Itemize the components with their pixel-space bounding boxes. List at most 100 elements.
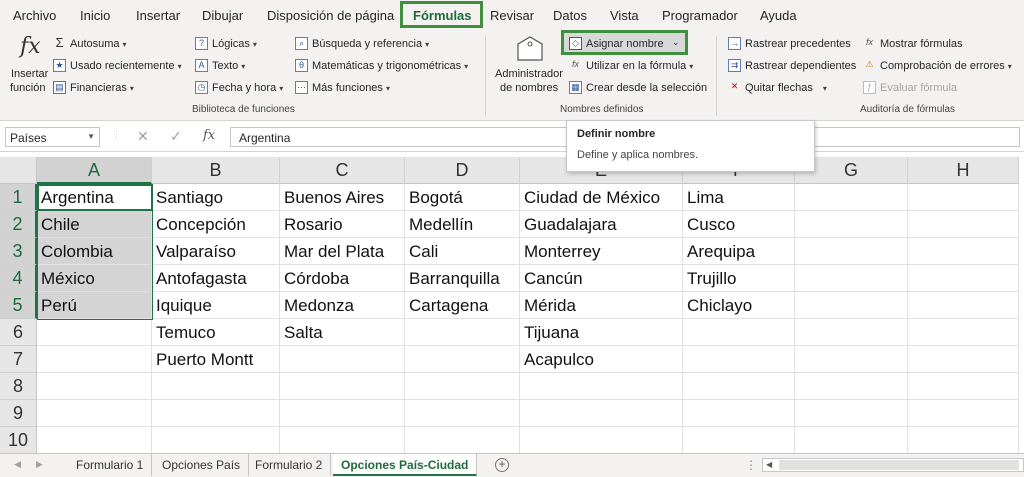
cell-b2[interactable]: Concepción [152, 211, 280, 238]
row-header-9[interactable]: 9 [0, 400, 37, 427]
cell-e5[interactable]: Mérida [520, 292, 683, 319]
active-cell-value[interactable]: Argentina [37, 184, 153, 211]
cell-b10[interactable] [152, 427, 280, 454]
row-header-7[interactable]: 7 [0, 346, 37, 373]
trace-precedents-button[interactable]: Rastrear precedentes [745, 38, 851, 50]
cancel-icon[interactable]: ✕ [137, 128, 149, 145]
prev-sheet-icon[interactable]: ◀ [14, 459, 21, 470]
name-box[interactable]: Países ▼ [5, 127, 100, 147]
cell-g6[interactable] [795, 319, 908, 346]
evaluate-formula-button[interactable]: Evaluar fórmula [880, 82, 957, 94]
cell-g5[interactable] [795, 292, 908, 319]
cell-c8[interactable] [280, 373, 405, 400]
cell-c10[interactable] [280, 427, 405, 454]
cell-d7[interactable] [405, 346, 520, 373]
tab-dibujar[interactable]: Dibujar [202, 8, 243, 23]
tab-disposicion[interactable]: Disposición de página [267, 8, 394, 23]
autosum-button[interactable]: Autosuma ▾ [70, 38, 127, 50]
cell-f1[interactable]: Lima [683, 184, 795, 211]
create-from-selection-button[interactable]: Crear desde la selección [586, 82, 707, 94]
row-header-5[interactable]: 5 [0, 292, 37, 319]
remove-arrows-button[interactable]: Quitar flechas ▾ [745, 82, 827, 94]
cell-c3[interactable]: Mar del Plata [280, 238, 405, 265]
cell-h1[interactable] [908, 184, 1019, 211]
cell-a5[interactable]: Perú [37, 292, 152, 319]
cell-d5[interactable]: Cartagena [405, 292, 520, 319]
cell-e1[interactable]: Ciudad de México [520, 184, 683, 211]
enter-icon[interactable]: ✓ [170, 128, 182, 145]
cell-g3[interactable] [795, 238, 908, 265]
tab-datos[interactable]: Datos [553, 8, 587, 23]
cell-f8[interactable] [683, 373, 795, 400]
tab-archivo[interactable]: Archivo [13, 8, 56, 23]
cell-c6[interactable]: Salta [280, 319, 405, 346]
math-button[interactable]: Matemáticas y trigonométricas ▾ [312, 60, 468, 72]
row-header-2[interactable]: 2 [0, 211, 37, 238]
cell-g1[interactable] [795, 184, 908, 211]
column-header-d[interactable]: D [405, 157, 520, 184]
tab-vista[interactable]: Vista [610, 8, 639, 23]
cell-g4[interactable] [795, 265, 908, 292]
cell-e2[interactable]: Guadalajara [520, 211, 683, 238]
cell-e9[interactable] [520, 400, 683, 427]
cell-h8[interactable] [908, 373, 1019, 400]
cell-c1[interactable]: Buenos Aires [280, 184, 405, 211]
row-header-6[interactable]: 6 [0, 319, 37, 346]
cell-e10[interactable] [520, 427, 683, 454]
cell-e8[interactable] [520, 373, 683, 400]
row-header-4[interactable]: 4 [0, 265, 37, 292]
cell-h7[interactable] [908, 346, 1019, 373]
recent-button[interactable]: Usado recientemente ▾ [70, 60, 182, 72]
cell-d4[interactable]: Barranquilla [405, 265, 520, 292]
cell-c7[interactable] [280, 346, 405, 373]
row-header-3[interactable]: 3 [0, 238, 37, 265]
cell-g8[interactable] [795, 373, 908, 400]
cell-d8[interactable] [405, 373, 520, 400]
row-header-10[interactable]: 10 [0, 427, 37, 454]
scroll-left-icon[interactable]: ◀ [766, 460, 772, 469]
cell-f3[interactable]: Arequipa [683, 238, 795, 265]
cell-f10[interactable] [683, 427, 795, 454]
error-checking-button[interactable]: Comprobación de errores ▾ [880, 60, 1012, 72]
cell-a8[interactable] [37, 373, 152, 400]
tab-programador[interactable]: Programador [662, 8, 738, 23]
cell-d6[interactable] [405, 319, 520, 346]
cell-a3[interactable]: Colombia [37, 238, 152, 265]
cell-h2[interactable] [908, 211, 1019, 238]
cell-d1[interactable]: Bogotá [405, 184, 520, 211]
cell-b5[interactable]: Iquique [152, 292, 280, 319]
column-header-a[interactable]: A [37, 157, 152, 184]
show-formulas-button[interactable]: Mostrar fórmulas [880, 38, 963, 50]
cell-c2[interactable]: Rosario [280, 211, 405, 238]
cell-b6[interactable]: Temuco [152, 319, 280, 346]
cell-e3[interactable]: Monterrey [520, 238, 683, 265]
cell-e4[interactable]: Cancún [520, 265, 683, 292]
next-sheet-icon[interactable]: ▶ [36, 459, 43, 470]
scroll-thumb[interactable] [779, 460, 1019, 470]
financial-button[interactable]: Financieras ▾ [70, 82, 134, 94]
sheet-tab[interactable]: Opciones País [154, 454, 250, 476]
use-in-formula-button[interactable]: Utilizar en la fórmula ▾ [586, 60, 693, 72]
text-button[interactable]: Texto ▾ [212, 60, 245, 72]
sheet-tab[interactable]: Formulario 1 [68, 454, 153, 476]
tab-ayuda[interactable]: Ayuda [760, 8, 797, 23]
cell-a4[interactable]: México [37, 265, 152, 292]
datetime-button[interactable]: Fecha y hora ▾ [212, 82, 283, 94]
cell-f2[interactable]: Cusco [683, 211, 795, 238]
tab-insertar[interactable]: Insertar [136, 8, 180, 23]
horizontal-scrollbar[interactable]: ◀ [762, 458, 1024, 472]
column-header-b[interactable]: B [152, 157, 280, 184]
select-all-corner[interactable] [0, 157, 37, 184]
cell-c9[interactable] [280, 400, 405, 427]
cell-f5[interactable]: Chiclayo [683, 292, 795, 319]
cell-g9[interactable] [795, 400, 908, 427]
cell-h3[interactable] [908, 238, 1019, 265]
add-sheet-icon[interactable]: + [495, 458, 509, 472]
cell-d9[interactable] [405, 400, 520, 427]
tab-formulas[interactable]: Fórmulas [413, 8, 472, 23]
cell-f7[interactable] [683, 346, 795, 373]
column-header-c[interactable]: C [280, 157, 405, 184]
cell-a10[interactable] [37, 427, 152, 454]
cell-b4[interactable]: Antofagasta [152, 265, 280, 292]
cell-h5[interactable] [908, 292, 1019, 319]
